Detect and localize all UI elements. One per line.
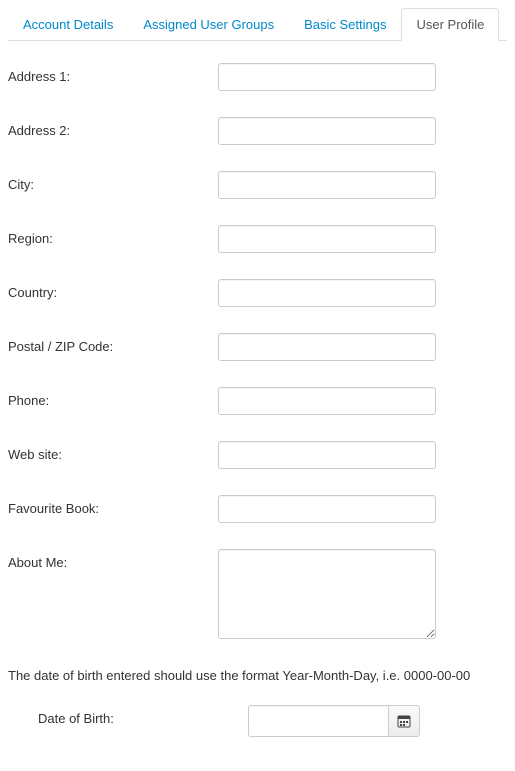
row-favourite-book: Favourite Book: [8,495,507,523]
label-about-me: About Me: [8,549,218,570]
label-region: Region: [8,225,218,246]
row-postal: Postal / ZIP Code: [8,333,507,361]
row-address2: Address 2: [8,117,507,145]
date-of-birth-group [248,705,420,737]
input-postal[interactable] [218,333,436,361]
tab-bar: Account Details Assigned User Groups Bas… [8,8,507,41]
input-region[interactable] [218,225,436,253]
row-date-of-birth: Date of Birth: [38,705,507,737]
tab-basic-settings[interactable]: Basic Settings [289,8,401,41]
tab-account-details[interactable]: Account Details [8,8,128,41]
label-website: Web site: [8,441,218,462]
label-country: Country: [8,279,218,300]
row-about-me: About Me: [8,549,507,642]
row-city: City: [8,171,507,199]
input-phone[interactable] [218,387,436,415]
row-country: Country: [8,279,507,307]
row-region: Region: [8,225,507,253]
label-phone: Phone: [8,387,218,408]
label-date-of-birth: Date of Birth: [38,705,248,726]
input-country[interactable] [218,279,436,307]
dob-format-hint: The date of birth entered should use the… [8,668,507,683]
input-website[interactable] [218,441,436,469]
date-picker-button[interactable] [388,705,420,737]
textarea-about-me[interactable] [218,549,436,639]
label-postal: Postal / ZIP Code: [8,333,218,354]
row-address1: Address 1: [8,63,507,91]
label-address2: Address 2: [8,117,218,138]
input-city[interactable] [218,171,436,199]
input-date-of-birth[interactable] [248,705,388,737]
label-favourite-book: Favourite Book: [8,495,218,516]
label-city: City: [8,171,218,192]
tab-user-profile[interactable]: User Profile [401,8,499,41]
input-address2[interactable] [218,117,436,145]
input-address1[interactable] [218,63,436,91]
calendar-icon [397,714,411,728]
label-address1: Address 1: [8,63,218,84]
input-favourite-book[interactable] [218,495,436,523]
row-website: Web site: [8,441,507,469]
tab-assigned-user-groups[interactable]: Assigned User Groups [128,8,289,41]
row-phone: Phone: [8,387,507,415]
